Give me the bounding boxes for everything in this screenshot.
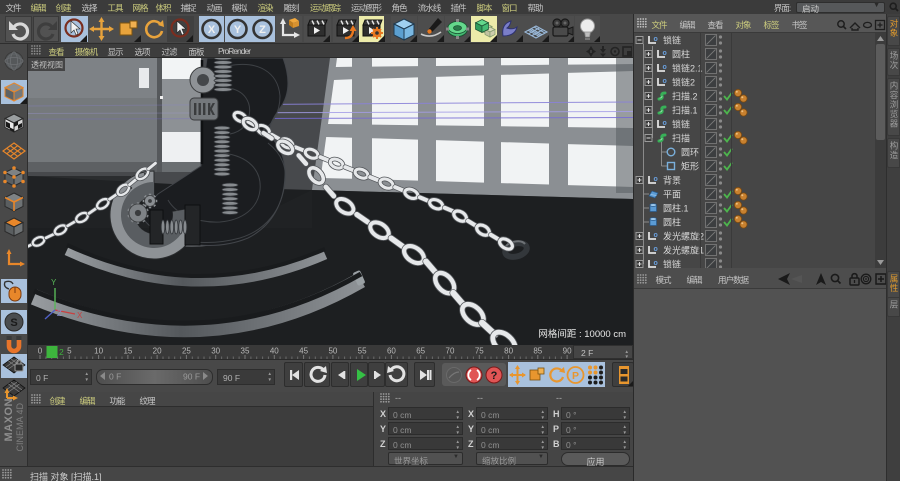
svg-text:锁链: 锁链 xyxy=(663,35,681,46)
svg-text:o: o xyxy=(654,176,658,183)
svg-text:圆柱: 圆柱 xyxy=(672,49,690,60)
svg-text:o: o xyxy=(663,64,667,71)
svg-text:o: o xyxy=(654,36,658,43)
svg-text:圆柱.1: 圆柱.1 xyxy=(663,203,689,214)
svg-text:o: o xyxy=(663,50,667,57)
svg-text:发光螺旋2: 发光螺旋2 xyxy=(663,231,704,242)
svg-text:发光螺旋1: 发光螺旋1 xyxy=(663,245,704,256)
svg-text:圆环: 圆环 xyxy=(681,148,699,158)
svg-text:o: o xyxy=(654,246,658,253)
svg-text:扫描: 扫描 xyxy=(672,133,690,144)
svg-text:扫描.2: 扫描.2 xyxy=(672,91,698,102)
svg-text:扫描.1: 扫描.1 xyxy=(672,105,698,116)
svg-text:矩形: 矩形 xyxy=(681,161,699,172)
svg-text:锁链: 锁链 xyxy=(672,119,690,130)
svg-text:o: o xyxy=(663,78,667,85)
svg-text:圆柱: 圆柱 xyxy=(663,217,681,228)
svg-text:平面: 平面 xyxy=(663,190,681,200)
svg-text:o: o xyxy=(663,120,667,127)
svg-text:o: o xyxy=(654,260,658,267)
svg-text:锁链2.1: 锁链2.1 xyxy=(672,63,703,74)
svg-text:背景: 背景 xyxy=(663,175,681,186)
svg-text:o: o xyxy=(654,232,658,239)
svg-text:锁链2: 锁链2 xyxy=(672,77,695,88)
